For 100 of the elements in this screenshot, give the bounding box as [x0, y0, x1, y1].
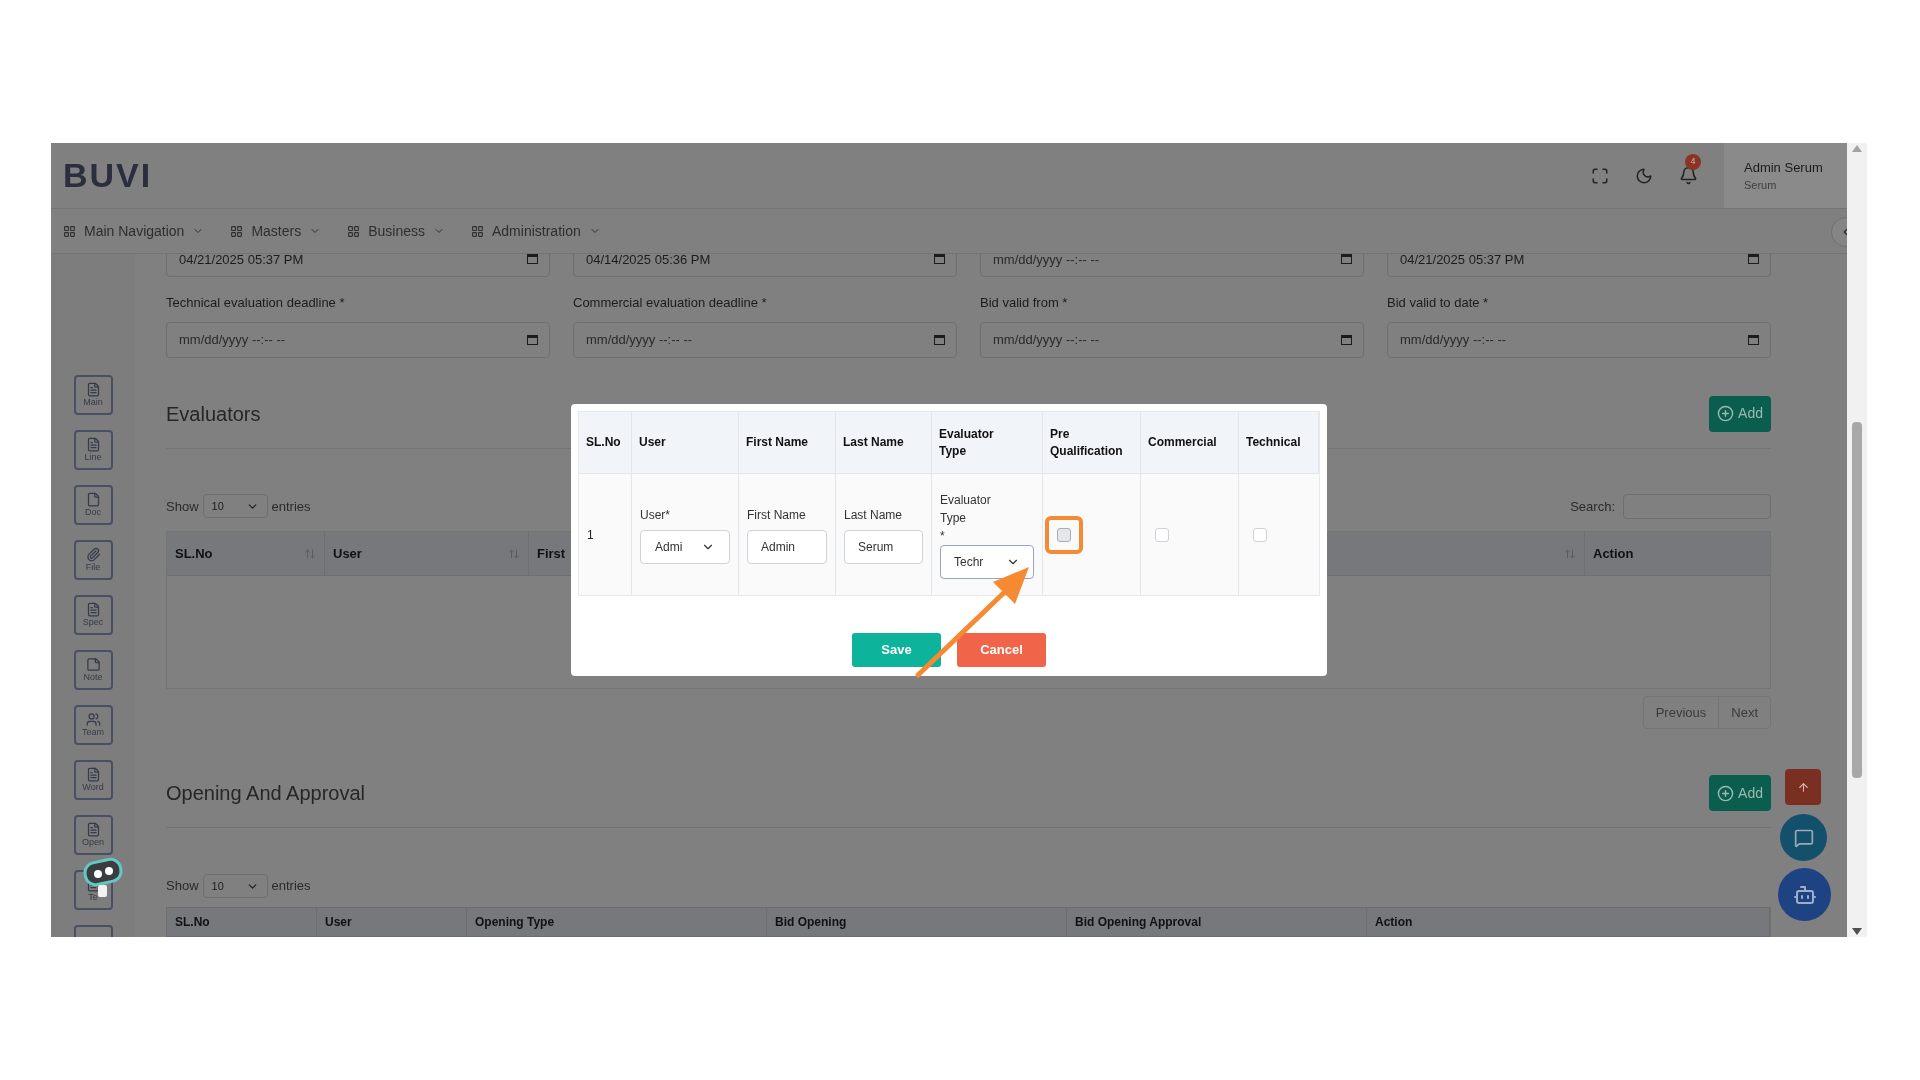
column-header[interactable]: SL.No: [167, 908, 317, 936]
sidebar-button[interactable]: Note: [73, 650, 113, 690]
pagination-button[interactable]: Previous: [1643, 697, 1720, 729]
arrow-up-icon: [1796, 780, 1810, 794]
grid-icon: [63, 224, 76, 238]
scroll-down-icon[interactable]: [1852, 928, 1862, 935]
checkbox[interactable]: [1155, 527, 1169, 542]
calendar-icon[interactable]: [1748, 333, 1759, 345]
checkbox[interactable]: [1057, 527, 1071, 542]
nav-menu-item[interactable]: Administration: [471, 220, 601, 242]
chat-button[interactable]: [1780, 814, 1827, 861]
grid-icon: [347, 224, 361, 238]
field-label: Last Name: [844, 506, 904, 524]
chatbot-button[interactable]: [1778, 868, 1831, 921]
sidebar-button[interactable]: Word: [73, 760, 113, 800]
date-field[interactable]: mm/dd/yyyy --:-- --: [1387, 321, 1771, 358]
sidebar-button[interactable]: File: [73, 540, 113, 580]
section-title: Opening And Approval: [166, 781, 366, 807]
column-header[interactable]: User: [317, 908, 467, 936]
field-label: Commercial evaluation deadline *: [573, 294, 768, 312]
notification-badge: 4: [1685, 154, 1701, 170]
column-header: User: [632, 412, 739, 473]
column-header[interactable]: Bid Opening Approval: [1067, 908, 1367, 936]
user-role: Serum: [1744, 178, 1778, 193]
first-name-field[interactable]: Admin: [747, 529, 827, 564]
date-field[interactable]: mm/dd/yyyy --:-- --: [980, 321, 1364, 358]
add-button[interactable]: Add: [1709, 395, 1771, 432]
calendar-icon[interactable]: [934, 333, 945, 345]
column-header[interactable]: Action: [1367, 908, 1770, 936]
field-label: Bid valid to date *: [1387, 294, 1490, 312]
grid-icon: [471, 224, 484, 238]
search-label: Search:: [1570, 497, 1615, 516]
column-header: First Name: [739, 412, 836, 473]
column-header: Action: [1592, 545, 1635, 564]
calendar-icon[interactable]: [934, 254, 945, 264]
show-label: Show: [166, 877, 199, 896]
plus-circle-icon: [1717, 784, 1735, 802]
save-button[interactable]: Save: [852, 633, 941, 667]
column-header: Commercial: [1141, 412, 1239, 473]
sidebar-button[interactable]: Doc: [73, 485, 113, 525]
sidebar-button[interactable]: Spec: [73, 595, 113, 635]
add-button[interactable]: Add: [1709, 775, 1771, 812]
user-select[interactable]: Admi: [640, 529, 730, 564]
column-header[interactable]: User: [325, 532, 529, 576]
field-label: First Name: [747, 506, 807, 524]
scroll-up-icon[interactable]: [1852, 145, 1862, 152]
column-header: Pre Qualification: [1043, 412, 1141, 473]
logo: BUVI: [63, 155, 153, 196]
checkbox[interactable]: [1253, 527, 1267, 542]
page-size-select[interactable]: 10: [202, 874, 268, 899]
scrollbar-thumb[interactable]: [1852, 422, 1862, 778]
row-number: 1: [587, 526, 594, 544]
date-field[interactable]: mm/dd/yyyy --:-- --: [573, 321, 957, 358]
date-field[interactable]: 04/21/2025 05:37 PM: [166, 254, 550, 277]
cancel-button[interactable]: Cancel: [957, 633, 1046, 667]
last-name-field[interactable]: Serum: [844, 529, 923, 564]
sidebar-button[interactable]: Team: [73, 705, 113, 745]
date-field[interactable]: mm/dd/yyyy --:-- --: [166, 321, 550, 358]
scrollbar[interactable]: [1847, 143, 1867, 937]
moon-icon[interactable]: [1635, 166, 1653, 185]
fullscreen-icon[interactable]: [1591, 166, 1609, 185]
calendar-icon[interactable]: [1341, 254, 1352, 264]
field-label: Technical evaluation deadline *: [166, 294, 346, 312]
calendar-icon[interactable]: [527, 254, 538, 264]
column-header[interactable]: Bid Opening: [767, 908, 1067, 936]
sidebar-button[interactable]: Main: [73, 375, 113, 415]
calendar-icon[interactable]: [1341, 333, 1352, 345]
entries-label: entries: [271, 497, 311, 516]
nav-menu-item[interactable]: Business: [347, 220, 445, 242]
column-header[interactable]: SL.No: [167, 532, 325, 576]
column-header: Last Name: [836, 412, 932, 473]
calendar-icon[interactable]: [527, 333, 538, 345]
scroll-to-top-button[interactable]: [1785, 769, 1821, 805]
column-header[interactable]: Opening Type: [467, 908, 767, 936]
show-label: Show: [166, 497, 199, 516]
nav-menu-item[interactable]: Masters: [230, 220, 322, 242]
date-field[interactable]: 04/21/2025 05:37 PM: [1387, 254, 1771, 277]
robot-mascot-overlay[interactable]: [81, 857, 125, 899]
plus-circle-icon: [1717, 405, 1735, 422]
nav-menu-item[interactable]: Main Navigation: [63, 220, 205, 242]
grid-icon: [230, 224, 244, 238]
date-field[interactable]: 04/14/2025 05:36 PM: [573, 254, 957, 277]
column-header: Evaluator Type: [932, 412, 1043, 473]
entries-label: entries: [271, 877, 311, 896]
required-mark: *: [940, 527, 946, 545]
field-label: User*: [640, 506, 671, 524]
field-label: Bid valid from *: [980, 294, 1069, 312]
column-header: SL.No: [579, 412, 632, 473]
field-label: Evaluator Type: [940, 491, 992, 527]
section-title: Evaluators: [166, 401, 261, 427]
sidebar-button[interactable]: Open: [73, 815, 113, 855]
evaluator-type-select[interactable]: Techr: [940, 544, 1034, 579]
calendar-icon[interactable]: [1748, 254, 1759, 264]
sidebar-button[interactable]: Line: [73, 430, 113, 470]
page-size-select[interactable]: 10: [202, 494, 268, 519]
user-panel[interactable]: Admin Serum Serum: [1724, 143, 1847, 208]
notification-icon[interactable]: [1679, 166, 1698, 185]
chat-icon: [1793, 827, 1814, 848]
pagination-button[interactable]: Next: [1719, 697, 1770, 729]
date-field[interactable]: mm/dd/yyyy --:-- --: [980, 254, 1364, 277]
